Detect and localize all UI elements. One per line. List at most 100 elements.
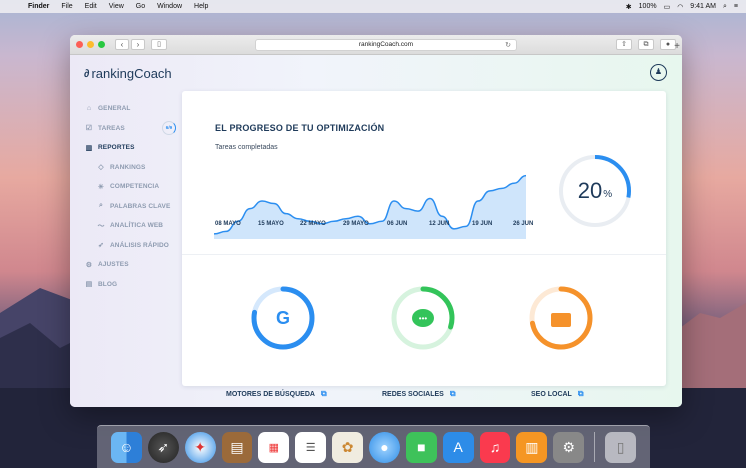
clock[interactable]: 9:41 AM <box>690 3 716 10</box>
wifi-icon[interactable]: ◠ <box>677 3 683 11</box>
menu-edit[interactable]: Edit <box>85 3 97 10</box>
x-tick-label: 29 MAYO <box>343 221 369 227</box>
search-icon: ⌕ <box>98 202 104 210</box>
url-text: rankingCoach.com <box>358 41 414 48</box>
chart-icon: ▥ <box>85 144 93 152</box>
sidebar-item-label: PALABRAS CLAVE <box>110 202 171 210</box>
facetime-icon[interactable]: ■ <box>405 431 437 463</box>
progress-title: EL PROGRESO DE TU OPTIMIZACIÓN <box>215 123 385 133</box>
launchpad-icon[interactable]: ➶ <box>147 431 179 463</box>
user-account-icon[interactable]: ♟ <box>650 64 667 81</box>
app-content: ∂ rankingCoach ♟ ⌂ GENERAL ☑ TAREAS 6/9 … <box>70 55 682 407</box>
sidebar-item-ajustes[interactable]: ⚙ AJUSTES <box>84 255 176 275</box>
dock-separator <box>594 432 596 462</box>
spotlight-icon[interactable]: ⌕ <box>723 3 727 11</box>
logo[interactable]: ∂ rankingCoach <box>84 66 172 81</box>
bluetooth-icon[interactable]: ✱ <box>626 3 632 11</box>
sidebar-item-reportes[interactable]: ▥ REPORTES <box>84 138 176 158</box>
external-link-icon: ⧉ <box>449 389 456 398</box>
notification-center-icon[interactable]: ≡ <box>734 3 738 10</box>
messages-icon[interactable]: ● <box>369 431 400 463</box>
trash-icon[interactable]: ▯ <box>605 431 637 463</box>
tabs-overview-icon[interactable]: ⧉ <box>638 39 654 50</box>
notes-icon[interactable]: ▤ <box>221 431 253 463</box>
battery-icon[interactable]: ▭ <box>664 3 671 11</box>
trend-icon: 〜 <box>97 222 105 230</box>
sidebar-item-label: ANALÍTICA WEB <box>110 222 164 230</box>
address-bar[interactable]: rankingCoach.com ↻ <box>255 38 517 51</box>
menu-window[interactable]: Window <box>157 3 182 10</box>
menu-help[interactable]: Help <box>194 3 208 10</box>
menu-finder[interactable]: Finder <box>28 3 49 10</box>
progress-subtitle: Tareas completadas <box>215 144 278 151</box>
sidebar-item-analitica-web[interactable]: 〜 ANALÍTICA WEB <box>84 216 176 236</box>
progress-percent-value: 20 <box>577 178 603 203</box>
gear-icon: ⚙ <box>85 261 93 269</box>
reminders-icon[interactable]: ☰ <box>295 431 327 463</box>
local-seo-ring[interactable] <box>529 286 593 350</box>
x-tick-label: 12 JUN <box>429 221 450 227</box>
x-tick-label: 26 JUN <box>513 221 534 227</box>
sidebar-item-tareas[interactable]: ☑ TAREAS 6/9 <box>84 119 176 139</box>
share-icon[interactable]: ⇧ <box>616 39 632 50</box>
zoom-window-button[interactable] <box>98 41 105 48</box>
sidebar-item-analisis-rapido[interactable]: ➶ ANÁLISIS RÁPIDO <box>84 236 176 256</box>
x-tick-label: 19 JUN <box>472 221 493 227</box>
sidebar-item-blog[interactable]: ▤ BLOG <box>84 275 176 295</box>
sidebar-nav: ⌂ GENERAL ☑ TAREAS 6/9 ▥ REPORTES ◇ RANK… <box>84 99 176 294</box>
forward-button[interactable]: › <box>131 39 145 50</box>
finder-icon[interactable]: ☺ <box>111 431 142 463</box>
category-label: MOTORES DE BÚSQUEDA <box>226 390 315 398</box>
menu-view[interactable]: View <box>109 3 124 10</box>
browser-toolbar: ‹ › ▯ rankingCoach.com ↻ ⇧ ⧉ ● + <box>70 35 682 55</box>
minimize-window-button[interactable] <box>87 41 94 48</box>
lightbulb-icon: ☀ <box>97 183 105 191</box>
battery-percent[interactable]: 100% <box>639 3 657 10</box>
x-tick-label: 22 MAYO <box>300 221 326 227</box>
sidebar-item-label: AJUSTES <box>98 261 129 269</box>
menu-go[interactable]: Go <box>136 3 145 10</box>
sidebar-item-general[interactable]: ⌂ GENERAL <box>84 99 176 119</box>
back-button[interactable]: ‹ <box>115 39 129 50</box>
music-icon[interactable]: ♫ <box>479 431 511 463</box>
briefcase-icon <box>538 295 584 341</box>
x-tick-label: 15 MAYO <box>258 221 284 227</box>
tag-icon: ◇ <box>98 164 104 172</box>
logo-text: rankingCoach <box>91 66 172 81</box>
sidebar-item-label: BLOG <box>98 280 118 288</box>
chart-x-axis: 08 MAYO 15 MAYO 22 MAYO 29 MAYO 06 JUN 12 JUN… <box>215 221 545 231</box>
tasks-area-chart[interactable] <box>212 155 542 245</box>
x-tick-label: 08 MAYO <box>215 221 241 227</box>
sidebar-item-palabras-clave[interactable]: ⌕ PALABRAS CLAVE <box>84 197 176 217</box>
appstore-icon[interactable]: A <box>442 431 474 463</box>
social-networks-ring[interactable]: ••• <box>391 286 455 350</box>
progress-percent-sign: % <box>603 189 613 200</box>
close-window-button[interactable] <box>76 41 83 48</box>
local-seo-link[interactable]: SEO LOCAL ⧉ <box>531 389 584 399</box>
progress-card: EL PROGRESO DE TU OPTIMIZACIÓN Tareas co… <box>182 91 666 398</box>
sidebar-item-label: TAREAS <box>98 124 125 132</box>
external-link-icon: ⧉ <box>320 389 327 398</box>
sidebar-item-label: ANÁLISIS RÁPIDO <box>110 241 169 249</box>
books-icon[interactable]: ▥ <box>516 431 548 463</box>
logo-mark-icon: ∂ <box>84 67 90 80</box>
dock: ☺ ➶ ✦ ▤ ▦ ☰ ✿ ● ■ A ♫ ▥ ⚙ ▯ <box>97 425 650 468</box>
calendar-icon[interactable]: ▦ <box>258 431 290 463</box>
x-tick-label: 06 JUN <box>387 221 408 227</box>
new-tab-button[interactable]: + <box>674 41 680 52</box>
sidebar-toggle-icon[interactable]: ▯ <box>151 39 167 50</box>
preferences-icon[interactable]: ⚙ <box>553 431 585 463</box>
safari-icon[interactable]: ✦ <box>184 431 216 463</box>
reload-icon[interactable]: ↻ <box>505 41 511 49</box>
photos-icon[interactable]: ✿ <box>332 431 364 463</box>
home-icon: ⌂ <box>86 105 92 113</box>
search-engines-link[interactable]: MOTORES DE BÚSQUEDA ⧉ <box>226 389 327 399</box>
tasks-progress-badge: 6/9 <box>162 121 176 136</box>
sidebar-item-rankings[interactable]: ◇ RANKINGS <box>84 158 176 178</box>
menu-file[interactable]: File <box>61 3 72 10</box>
search-engines-ring[interactable]: G <box>251 286 315 350</box>
sidebar-item-competencia[interactable]: ☀ COMPETENCIA <box>84 177 176 197</box>
chat-icon: ▤ <box>85 281 93 289</box>
browser-window: ‹ › ▯ rankingCoach.com ↻ ⇧ ⧉ ● + ∂ ranki… <box>70 35 682 407</box>
social-networks-link[interactable]: REDES SOCIALES ⧉ <box>382 389 456 399</box>
